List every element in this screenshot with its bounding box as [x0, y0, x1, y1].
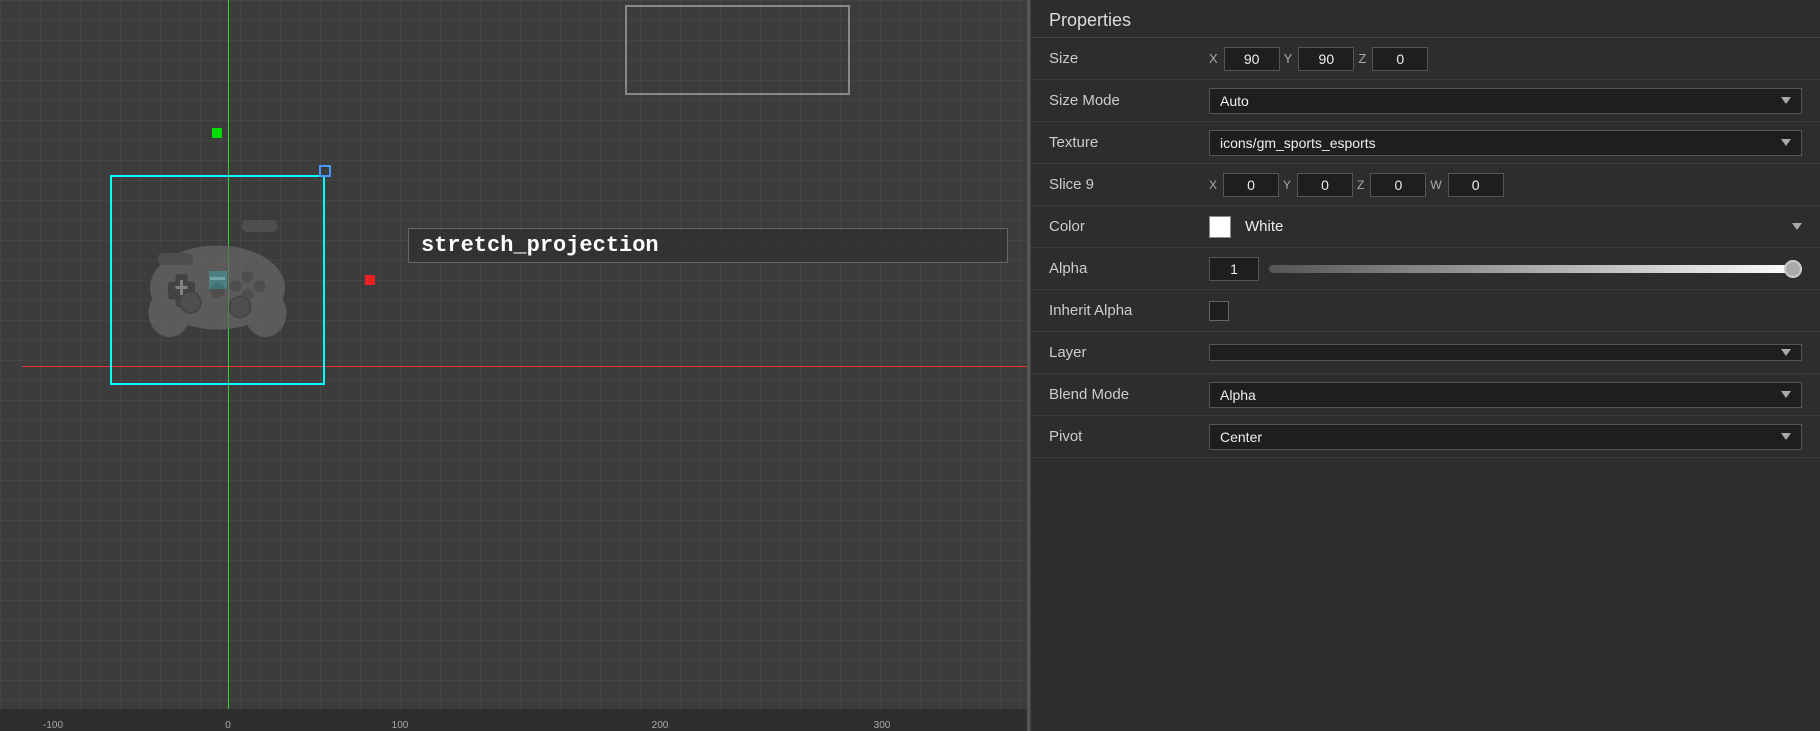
- pivot-row: Pivot Center: [1031, 416, 1820, 458]
- inherit-alpha-value: [1209, 301, 1802, 321]
- canvas-area[interactable]: stretch_projection: [0, 0, 1030, 731]
- slice9-row: Slice 9 X Y Z W: [1031, 164, 1820, 206]
- size-mode-value: Auto: [1209, 88, 1802, 114]
- size-mode-label: Size Mode: [1049, 92, 1209, 109]
- blend-mode-row: Blend Mode Alpha: [1031, 374, 1820, 416]
- size-mode-chevron: [1781, 97, 1791, 104]
- panel-title: Properties: [1031, 0, 1820, 38]
- texture-dropdown[interactable]: icons/gm_sports_esports: [1209, 130, 1802, 156]
- alpha-input[interactable]: [1209, 257, 1259, 281]
- size-z-input[interactable]: [1372, 47, 1428, 71]
- ruler-tick-200: 200: [652, 720, 669, 731]
- handle-blue[interactable]: [319, 165, 331, 177]
- color-swatch[interactable]: [1209, 216, 1231, 238]
- slice9-x-label: X: [1209, 178, 1217, 192]
- ruler-tick-0: 0: [225, 720, 231, 731]
- size-label: Size: [1049, 50, 1209, 67]
- texture-label: Texture: [1049, 134, 1209, 151]
- pivot-chevron: [1781, 433, 1791, 440]
- slice9-x-input[interactable]: [1223, 173, 1279, 197]
- texture-chevron: [1781, 139, 1791, 146]
- inherit-alpha-label: Inherit Alpha: [1049, 302, 1209, 319]
- panel-divider[interactable]: [1027, 0, 1030, 731]
- color-row: Color White: [1031, 206, 1820, 248]
- layer-row: Layer: [1031, 332, 1820, 374]
- inherit-alpha-row: Inherit Alpha: [1031, 290, 1820, 332]
- size-z-label: Z: [1358, 51, 1366, 66]
- pivot-label: Pivot: [1049, 428, 1209, 445]
- size-mode-dropdown[interactable]: Auto: [1209, 88, 1802, 114]
- layer-value: [1209, 344, 1802, 361]
- slice9-w-input[interactable]: [1448, 173, 1504, 197]
- slice9-z-label: Z: [1357, 178, 1364, 192]
- alpha-row: Alpha: [1031, 248, 1820, 290]
- ruler-tick-neg100: -100: [43, 720, 63, 731]
- blend-mode-label: Blend Mode: [1049, 386, 1209, 403]
- layer-chevron: [1781, 349, 1791, 356]
- blend-mode-dropdown[interactable]: Alpha: [1209, 382, 1802, 408]
- alpha-slider[interactable]: [1269, 265, 1802, 273]
- color-label: Color: [1049, 218, 1209, 235]
- layer-label: Layer: [1049, 344, 1209, 361]
- controller-icon-area: [115, 180, 320, 380]
- pivot-dropdown[interactable]: Center: [1209, 424, 1802, 450]
- rect-outline-top: [625, 5, 850, 95]
- color-text: White: [1245, 218, 1778, 235]
- slice9-z-input[interactable]: [1370, 173, 1426, 197]
- texture-value: icons/gm_sports_esports: [1209, 130, 1802, 156]
- alpha-thumb: [1784, 260, 1802, 278]
- size-y-input[interactable]: [1298, 47, 1354, 71]
- size-x-input[interactable]: [1224, 47, 1280, 71]
- size-y-label: Y: [1284, 51, 1293, 66]
- ruler-tick-100: 100: [392, 720, 409, 731]
- controller-svg: [140, 220, 295, 340]
- slice9-value: X Y Z W: [1209, 173, 1802, 197]
- handle-green[interactable]: [212, 128, 222, 138]
- alpha-value: [1209, 257, 1802, 281]
- ruler-tick-300: 300: [874, 720, 891, 731]
- layer-dropdown[interactable]: [1209, 344, 1802, 361]
- slice9-y-input[interactable]: [1297, 173, 1353, 197]
- size-value: X Y Z: [1209, 47, 1802, 71]
- blend-mode-value: Alpha: [1209, 382, 1802, 408]
- size-row: Size X Y Z: [1031, 38, 1820, 80]
- color-chevron: [1792, 223, 1802, 230]
- inherit-alpha-checkbox[interactable]: [1209, 301, 1229, 321]
- size-x-label: X: [1209, 51, 1218, 66]
- alpha-label: Alpha: [1049, 260, 1209, 277]
- handle-red[interactable]: [365, 275, 375, 285]
- blend-mode-chevron: [1781, 391, 1791, 398]
- color-value: White: [1209, 216, 1802, 238]
- texture-row: Texture icons/gm_sports_esports: [1031, 122, 1820, 164]
- stretch-projection-label: stretch_projection: [408, 228, 1008, 263]
- properties-panel: Properties Size X Y Z Size Mode Auto Tex: [1030, 0, 1820, 731]
- ruler-bottom: -100 0 100 200 300: [0, 709, 1030, 731]
- slice9-w-label: W: [1430, 178, 1441, 192]
- size-mode-row: Size Mode Auto: [1031, 80, 1820, 122]
- slice9-y-label: Y: [1283, 178, 1291, 192]
- pivot-value: Center: [1209, 424, 1802, 450]
- slice9-label: Slice 9: [1049, 176, 1209, 193]
